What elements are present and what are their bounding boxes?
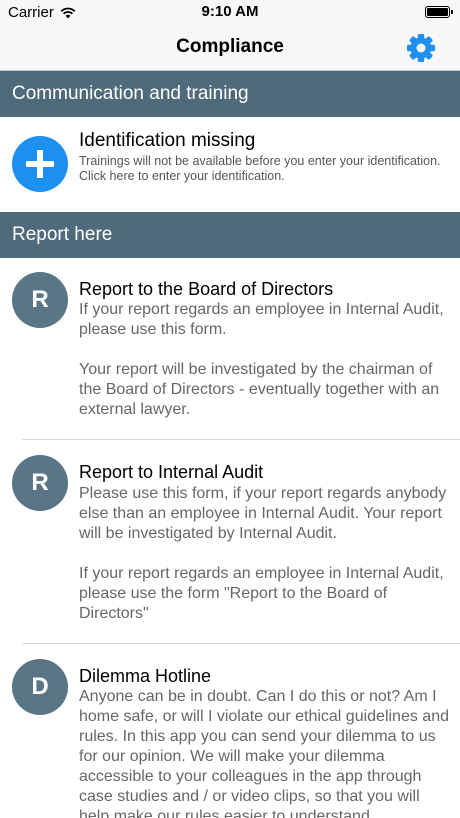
list-item-dilemma-hotline[interactable]: D Dilemma Hotline Anyone can be in doubt… [0,645,460,818]
section-header-report: Report here [0,212,460,258]
identification-title: Identification missing [79,130,256,151]
list-item-report-internal-audit[interactable]: R Report to Internal Audit Please use th… [0,441,460,643]
list-item-report-board[interactable]: R Report to the Board of Directors If yo… [0,258,460,440]
report-board-title: Report to the Board of Directors [79,279,334,299]
identification-row[interactable]: Identification missing Trainings will no… [0,117,460,212]
status-bar: Carrier 9:10 AM [0,0,460,26]
navigation-bar: Compliance [0,26,460,71]
divider [22,643,460,644]
page-title: Compliance [176,36,284,57]
avatar: R [12,455,68,511]
section-header-communication: Communication and training [0,71,460,117]
battery-icon [425,6,453,18]
report-internal-audit-description: Please use this form, if your report reg… [79,485,447,622]
dilemma-hotline-title: Dilemma Hotline [79,666,212,686]
add-identification-button[interactable] [12,136,68,192]
avatar: R [12,272,68,328]
divider [22,439,460,440]
identification-description: Trainings will not be available before y… [79,154,449,184]
report-internal-audit-title: Report to Internal Audit [79,462,264,482]
report-board-description: If your report regards an employee in In… [79,301,444,418]
gear-icon[interactable] [404,31,438,65]
dilemma-hotline-description: Anyone can be in doubt. Can I do this or… [79,688,449,818]
clock: 9:10 AM [201,3,259,20]
avatar: D [12,659,68,715]
identification-line-1: Trainings will not be available before y… [79,154,441,168]
identification-line-2: Click here to enter your identification. [79,169,285,183]
